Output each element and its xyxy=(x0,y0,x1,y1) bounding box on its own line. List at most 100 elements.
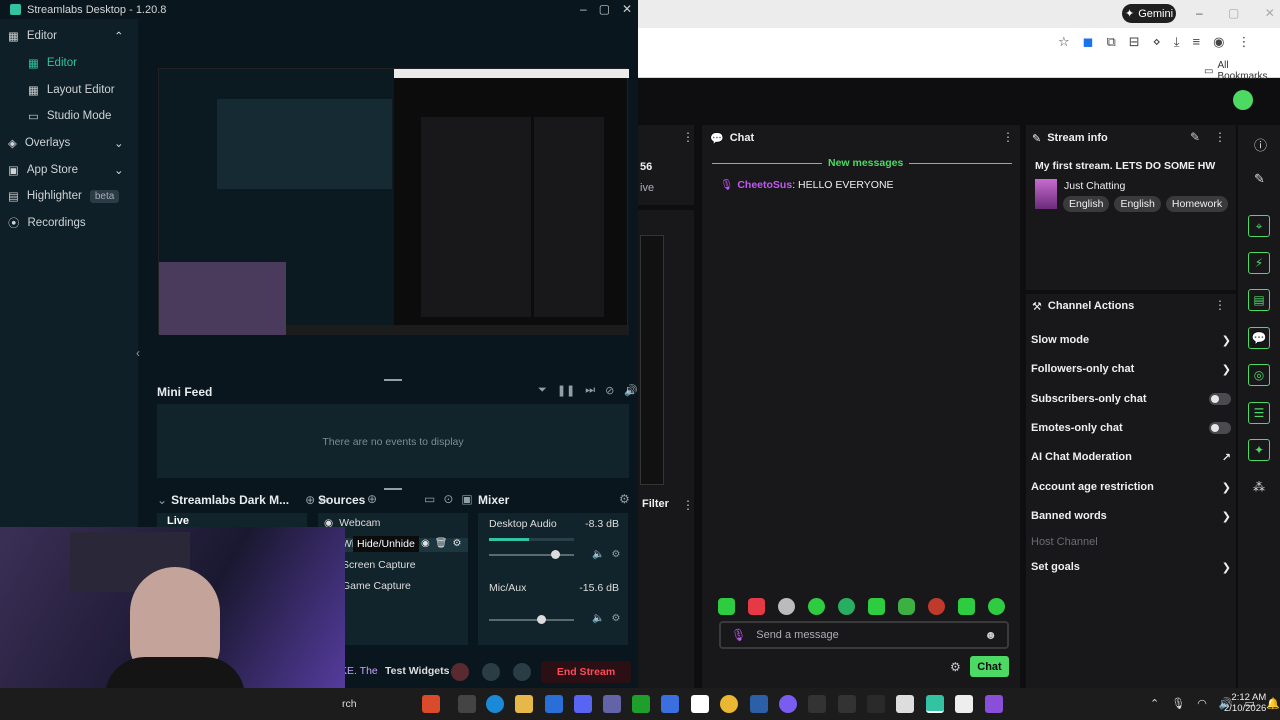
account-age-row[interactable]: Account age restriction ❯ xyxy=(1031,478,1231,496)
nav-overlays[interactable]: ◈ Overlays ⌄ xyxy=(8,133,124,153)
slow-mode-row[interactable]: Slow mode ❯ xyxy=(1031,331,1231,349)
mute-alerts-icon[interactable]: ⊘ xyxy=(605,384,614,397)
gear-icon[interactable]: ⚙ xyxy=(611,613,620,624)
file-explorer-icon[interactable] xyxy=(515,695,533,713)
chat-username[interactable]: CheetoSus xyxy=(737,179,792,191)
test-widgets-button[interactable]: Test Widgets xyxy=(385,665,449,677)
close-icon[interactable]: ✕ xyxy=(1265,6,1275,20)
tag[interactable]: Homework xyxy=(1165,196,1229,212)
nav-editor[interactable]: ▦ Editor xyxy=(28,53,77,73)
extension-blue-icon[interactable]: ◼ xyxy=(1083,34,1094,50)
nav-app-store[interactable]: ▣ App Store ⌄ xyxy=(8,160,124,180)
puzzle-icon[interactable]: ⧉ xyxy=(1106,34,1115,50)
pencil-icon[interactable]: ✎ xyxy=(1254,171,1265,187)
quick-action-chat-icon[interactable]: 💬 xyxy=(1248,327,1270,349)
visual-studio-icon[interactable] xyxy=(985,695,1003,713)
wifi-icon[interactable]: ◠ xyxy=(1197,697,1207,710)
resize-handle[interactable] xyxy=(384,488,402,490)
record-button[interactable] xyxy=(451,663,469,681)
volume-slider-handle[interactable] xyxy=(551,550,560,559)
collapse-sidebar-icon[interactable]: ‹ xyxy=(136,346,140,360)
avatar[interactable] xyxy=(1233,90,1253,110)
emote-icon[interactable] xyxy=(808,598,825,615)
chevron-down-icon[interactable]: ⌄ xyxy=(157,493,167,507)
emote-icon[interactable] xyxy=(748,598,765,615)
download-icon[interactable]: ⤓ xyxy=(1174,34,1180,50)
microphone-icon[interactable]: 🎙 xyxy=(1171,697,1185,710)
filter-label[interactable]: Filter xyxy=(642,498,669,510)
set-goals-row[interactable]: Set goals ❯ xyxy=(1031,558,1231,576)
mail-icon[interactable] xyxy=(545,695,563,713)
teams-icon[interactable] xyxy=(603,695,621,713)
source-item[interactable]: Screen Capture xyxy=(342,559,416,571)
toggle-switch[interactable] xyxy=(1209,422,1231,434)
taskbar-search[interactable]: rch xyxy=(342,698,357,710)
tab-search-icon[interactable]: ⊟ xyxy=(1129,34,1140,50)
category-name[interactable]: Just Chatting xyxy=(1064,180,1125,192)
properties-icon[interactable]: ▣ xyxy=(461,492,472,506)
schedule-icon[interactable] xyxy=(513,663,531,681)
minimize-icon[interactable]: – xyxy=(580,2,587,16)
kebab-icon[interactable]: ⋮ xyxy=(1214,298,1226,312)
quick-action-broadcast-icon[interactable]: ◎ xyxy=(1248,364,1270,386)
kebab-icon[interactable]: ⋮ xyxy=(682,130,694,144)
quick-action-list-icon[interactable]: ☰ xyxy=(1248,402,1270,424)
tag[interactable]: English xyxy=(1063,196,1110,212)
streamlabs-taskbar-icon[interactable] xyxy=(926,695,944,713)
gear-icon[interactable]: ⚙ xyxy=(611,549,620,560)
end-stream-button[interactable]: End Stream xyxy=(541,661,631,683)
audio-app-icon[interactable] xyxy=(838,695,856,713)
replay-icon[interactable] xyxy=(482,663,500,681)
emoji-icon[interactable]: ☻ xyxy=(984,628,997,642)
source-item[interactable]: Game Capture xyxy=(342,580,411,592)
star-icon[interactable]: ☆ xyxy=(1058,34,1070,50)
edge-icon[interactable] xyxy=(486,695,504,713)
chat-settings-icon[interactable]: ⚙ xyxy=(950,660,961,674)
volume-slider[interactable] xyxy=(489,619,574,621)
window-icon[interactable] xyxy=(955,695,973,713)
chevron-up-icon[interactable]: ⌃ xyxy=(1150,697,1159,710)
info-icon[interactable]: ⓘ xyxy=(1254,135,1267,154)
quick-action-clip-icon[interactable]: ⌖ xyxy=(1248,215,1270,237)
followers-only-row[interactable]: Followers-only chat ❯ xyxy=(1031,360,1231,378)
emote-icon[interactable] xyxy=(718,598,735,615)
filter-icon[interactable]: ⊙ xyxy=(443,492,453,506)
chat-input[interactable]: 🎙 Send a message ☻ xyxy=(719,621,1009,649)
gear-icon[interactable]: ⚙ xyxy=(452,538,461,549)
close-icon[interactable]: ✕ xyxy=(622,2,632,16)
quick-action-lightning-icon[interactable]: ⚡ xyxy=(1248,252,1270,274)
task-view-icon[interactable] xyxy=(458,695,476,713)
tag[interactable]: English xyxy=(1114,196,1161,212)
speaker-icon[interactable]: 🔈 xyxy=(592,549,604,560)
speaker-icon[interactable]: 🔈 xyxy=(592,613,604,624)
emote-icon[interactable] xyxy=(778,598,795,615)
nav-studio-mode[interactable]: ▭ Studio Mode xyxy=(28,106,111,126)
skip-icon[interactable]: ⏭ xyxy=(585,384,595,397)
resize-handle[interactable] xyxy=(384,379,402,381)
kebab-icon[interactable]: ⋮ xyxy=(682,498,694,512)
emote-icon[interactable] xyxy=(838,598,855,615)
volume-slider[interactable] xyxy=(489,554,574,556)
nav-highlighter[interactable]: ▤ Highlighter beta xyxy=(8,186,120,206)
emote-icon[interactable] xyxy=(868,598,885,615)
gemini-button[interactable]: ✦ Gemini xyxy=(1122,4,1176,23)
add-scene-icon[interactable]: ⊕ xyxy=(305,493,315,507)
security-icon[interactable] xyxy=(750,695,768,713)
profile-icon[interactable]: ◉ xyxy=(1213,34,1224,50)
app-icon[interactable] xyxy=(661,695,679,713)
gear-icon[interactable]: ⚙ xyxy=(619,492,630,506)
emote-icon[interactable] xyxy=(988,598,1005,615)
trash-icon[interactable]: 🗑 xyxy=(435,538,448,549)
minimize-icon[interactable]: – xyxy=(1196,6,1203,20)
filter-icon[interactable]: ⏷ xyxy=(538,384,547,397)
add-source-icon[interactable]: ⊕ xyxy=(367,492,377,506)
discord-icon[interactable] xyxy=(574,695,592,713)
eye-icon[interactable]: ◉ xyxy=(421,538,430,549)
notes-icon[interactable] xyxy=(896,695,914,713)
search-highlight-icon[interactable] xyxy=(422,695,440,713)
stream-preview[interactable] xyxy=(158,68,629,335)
excel-icon[interactable] xyxy=(632,695,650,713)
manage-actions-icon[interactable]: ⁂ xyxy=(1253,480,1265,494)
notification-icon[interactable]: 🔔 xyxy=(1266,697,1280,710)
chrome-icon[interactable] xyxy=(720,695,738,713)
